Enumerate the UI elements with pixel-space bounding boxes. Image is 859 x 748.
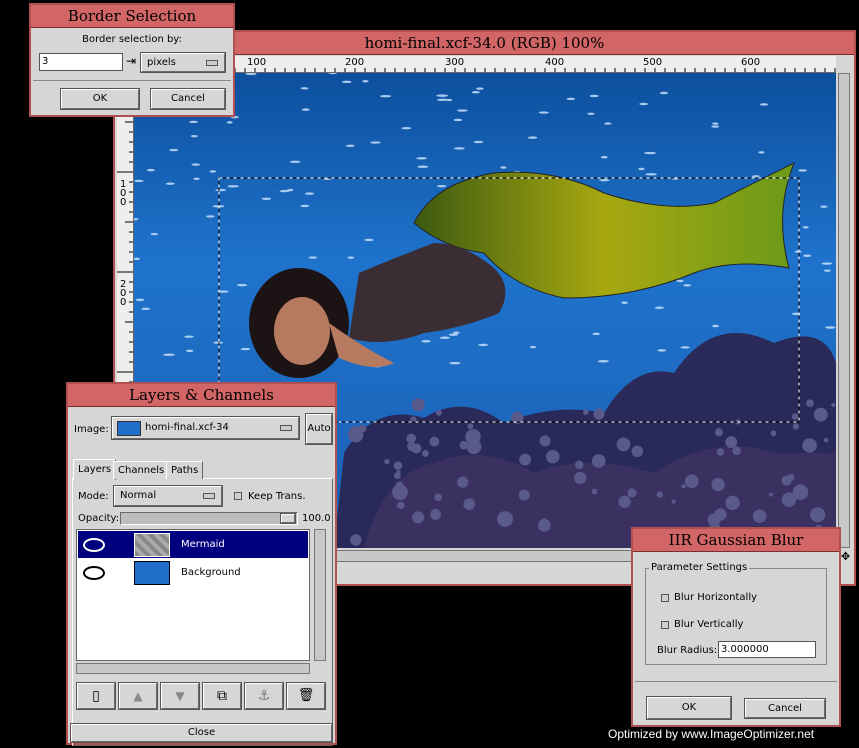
opacity-slider-handle[interactable]: [281, 514, 295, 523]
opacity-label: Opacity:: [78, 513, 120, 524]
mode-label: Mode:: [78, 491, 109, 502]
opacity-slider-fill: [121, 513, 297, 524]
anchor-layer-button[interactable]: ⚓: [245, 683, 283, 709]
blur-radius-input[interactable]: 3.000000: [718, 641, 816, 658]
close-label: Close: [187, 727, 216, 738]
cancel-label: Cancel: [768, 703, 802, 714]
unit-value: pixels: [147, 57, 176, 68]
raise-layer-button[interactable]: ▲: [119, 683, 157, 709]
blur-horizontally-label: Blur Horizontally: [674, 592, 758, 603]
blur-horizontally-checkbox[interactable]: [661, 594, 669, 602]
border-dialog-title: Border Selection: [31, 5, 233, 28]
border-value-input[interactable]: 3: [39, 53, 123, 71]
gaussian-blur-dialog: IIR Gaussian Blur Parameter Settings Blu…: [631, 527, 841, 727]
ruler-label-500: 500: [643, 57, 663, 68]
layer-row-background[interactable]: Background: [78, 559, 308, 586]
duplicate-layer-button[interactable]: ⧉: [203, 683, 241, 709]
watermark: Optimized by www.ImageOptimizer.net: [608, 727, 815, 741]
image-label: Image:: [74, 424, 109, 435]
layer-row-mermaid[interactable]: Mermaid: [78, 531, 308, 558]
blur-dialog-title: IIR Gaussian Blur: [633, 529, 839, 552]
navigate-icon[interactable]: ✥: [841, 550, 850, 563]
new-layer-button[interactable]: ▯: [77, 683, 115, 709]
mode-select[interactable]: Normal: [114, 486, 222, 506]
layers-dialog-title: Layers & Channels: [68, 384, 335, 407]
dialog-separator: [33, 80, 231, 81]
ruler-label-200: 200: [345, 57, 365, 68]
ruler-top-ticks: [134, 68, 836, 72]
image-name: homi-final.xcf-34: [145, 422, 229, 433]
tab-layers[interactable]: Layers: [73, 459, 117, 480]
layers-close-button[interactable]: Close: [71, 724, 332, 742]
opacity-slider[interactable]: [120, 512, 298, 525]
layer-list: Mermaid Background: [76, 529, 310, 661]
eye-icon[interactable]: [83, 538, 105, 552]
auto-label: Auto: [307, 423, 331, 434]
layer-list-hscroll[interactable]: [76, 663, 310, 674]
border-selection-dialog: Border Selection Border selection by: 3 …: [29, 3, 235, 117]
cancel-label: Cancel: [171, 93, 205, 104]
parameter-group-label: Parameter Settings: [649, 562, 750, 573]
keep-trans-label: Keep Trans.: [248, 491, 306, 502]
border-ok-button[interactable]: OK: [61, 89, 139, 109]
blur-radius-label: Blur Radius:: [657, 645, 718, 656]
blur-cancel-button[interactable]: Cancel: [745, 699, 825, 718]
eye-icon[interactable]: [83, 566, 105, 580]
border-cancel-button[interactable]: Cancel: [151, 89, 225, 109]
opacity-value: 100.0: [302, 513, 331, 524]
layer-thumbnail-icon: [134, 533, 170, 557]
layer-thumbnail-icon: [134, 561, 170, 585]
delete-layer-button[interactable]: 🗑: [287, 683, 325, 709]
tab-paths-label: Paths: [171, 465, 199, 476]
ruler-label-100: 100: [247, 57, 267, 68]
tab-paths[interactable]: Paths: [166, 461, 204, 479]
dialog-separator: [635, 681, 837, 682]
image-thumbnail-icon: [117, 421, 141, 436]
layer-list-vscroll[interactable]: [314, 529, 326, 661]
border-value: 3: [42, 56, 49, 67]
ruler-label-400: 400: [545, 57, 565, 68]
tab-channels-label: Channels: [118, 465, 165, 476]
lower-layer-button[interactable]: ▼: [161, 683, 199, 709]
ruler-top: 100 200 300 400 500 600: [133, 56, 836, 73]
ok-label: OK: [92, 93, 108, 104]
tab-layers-label: Layers: [78, 464, 112, 475]
ruler-left-label-200: 200: [120, 279, 127, 308]
mode-value: Normal: [120, 490, 157, 501]
layer-name: Mermaid: [181, 539, 225, 550]
image-select[interactable]: homi-final.xcf-34: [112, 417, 299, 439]
layers-channels-dialog: Layers & Channels Image: homi-final.xcf-…: [66, 382, 337, 746]
blur-vertically-label: Blur Vertically: [674, 619, 744, 630]
ok-label: OK: [681, 702, 697, 713]
layer-name: Background: [181, 567, 241, 578]
chain-arrow-icon: ⇥: [126, 54, 137, 68]
auto-button[interactable]: Auto: [306, 414, 332, 444]
dropdown-indicator-icon: [206, 60, 218, 66]
unit-select[interactable]: pixels: [141, 53, 225, 72]
blur-radius-value: 3.000000: [721, 644, 769, 655]
ruler-label-600: 600: [741, 57, 761, 68]
border-label: Border selection by:: [82, 34, 182, 45]
ruler-left-label-100: 100: [120, 179, 127, 208]
ruler-label-300: 300: [445, 57, 465, 68]
keep-trans-checkbox[interactable]: [234, 492, 242, 500]
blur-ok-button[interactable]: OK: [647, 697, 731, 719]
dropdown-indicator-icon: [203, 493, 215, 499]
dropdown-indicator-icon: [280, 425, 292, 431]
blur-vertically-checkbox[interactable]: [661, 621, 669, 629]
vertical-scrollbar[interactable]: [838, 73, 850, 548]
tab-channels[interactable]: Channels: [113, 461, 170, 479]
